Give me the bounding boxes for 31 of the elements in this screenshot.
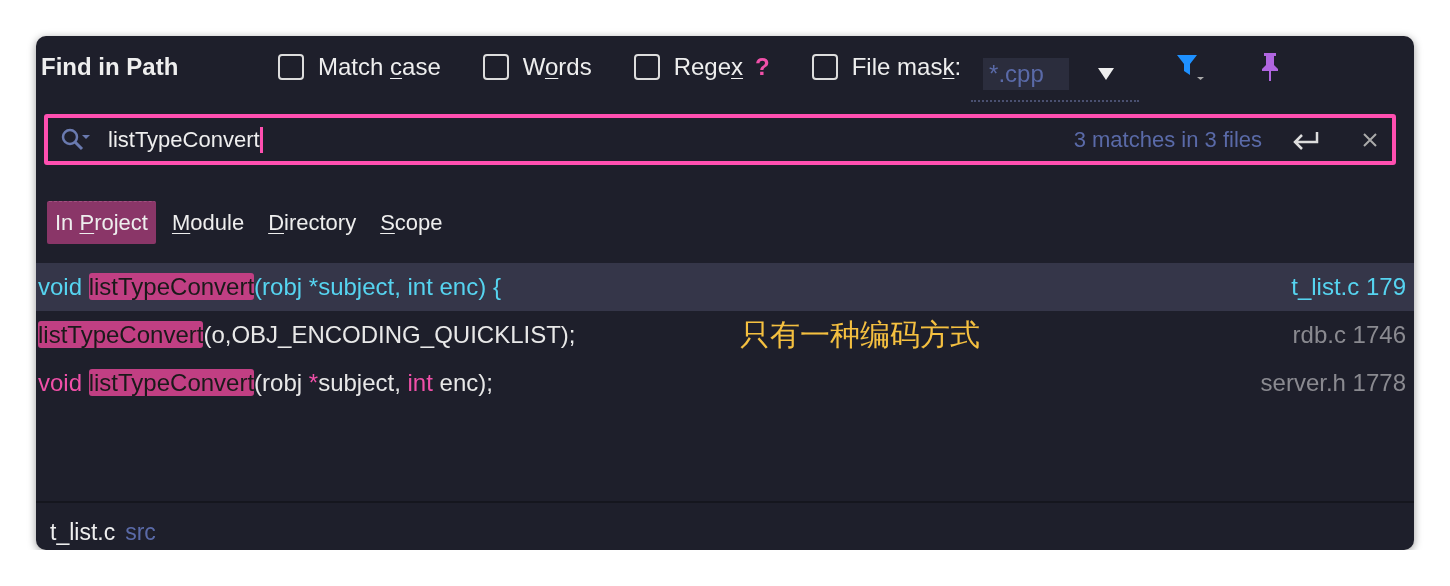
scope-tab[interactable]: Module [163,201,253,244]
checkbox[interactable] [811,54,838,80]
checkbox-label[interactable]: Regex [673,53,744,81]
result-row[interactable]: void listTypeConvert(robj *subject, int enc) { t_list.c 179 [36,263,1414,311]
code-line: void listTypeConvert(robj *subject, int enc); [38,369,494,397]
preview-directory: src [125,519,156,546]
checkbox[interactable] [482,54,509,80]
search-text: listTypeConvert [108,126,263,153]
enter-icon[interactable] [1292,129,1320,150]
match-count: 3 matches in 3 files [1073,126,1262,153]
scope-tab[interactable]: Directory [260,201,365,244]
file-location: t_list.c 179 [1291,273,1406,301]
file-location: rdb.c 1746 [1292,321,1406,349]
checkbox-label[interactable]: Words [522,53,592,81]
checkbox[interactable] [278,54,304,80]
checkbox-label[interactable]: Match case [318,53,441,81]
checkbox-label[interactable]: File mask: [851,53,962,81]
help-link[interactable]: ? [755,53,770,81]
window-title: Find in Path [41,53,180,81]
scope-tab[interactable]: In Project [47,201,156,244]
file-location: server.h 1778 [1260,369,1406,397]
close-icon[interactable] [1362,131,1378,148]
search-field[interactable]: listTypeConvert 3 matches in 3 files [44,114,1396,165]
code-line: void listTypeConvert(robj *subject, int enc) { [38,273,502,301]
search-icon[interactable] [60,126,92,153]
annotation-text: 只有一种编码方式 [740,317,980,353]
checkbox[interactable] [633,54,660,80]
filter-icon[interactable] [1175,52,1206,82]
dropdown-icon[interactable] [1097,67,1116,81]
scope-tab[interactable]: Scope [372,201,451,244]
preview-file-name: t_list.c [50,519,116,546]
